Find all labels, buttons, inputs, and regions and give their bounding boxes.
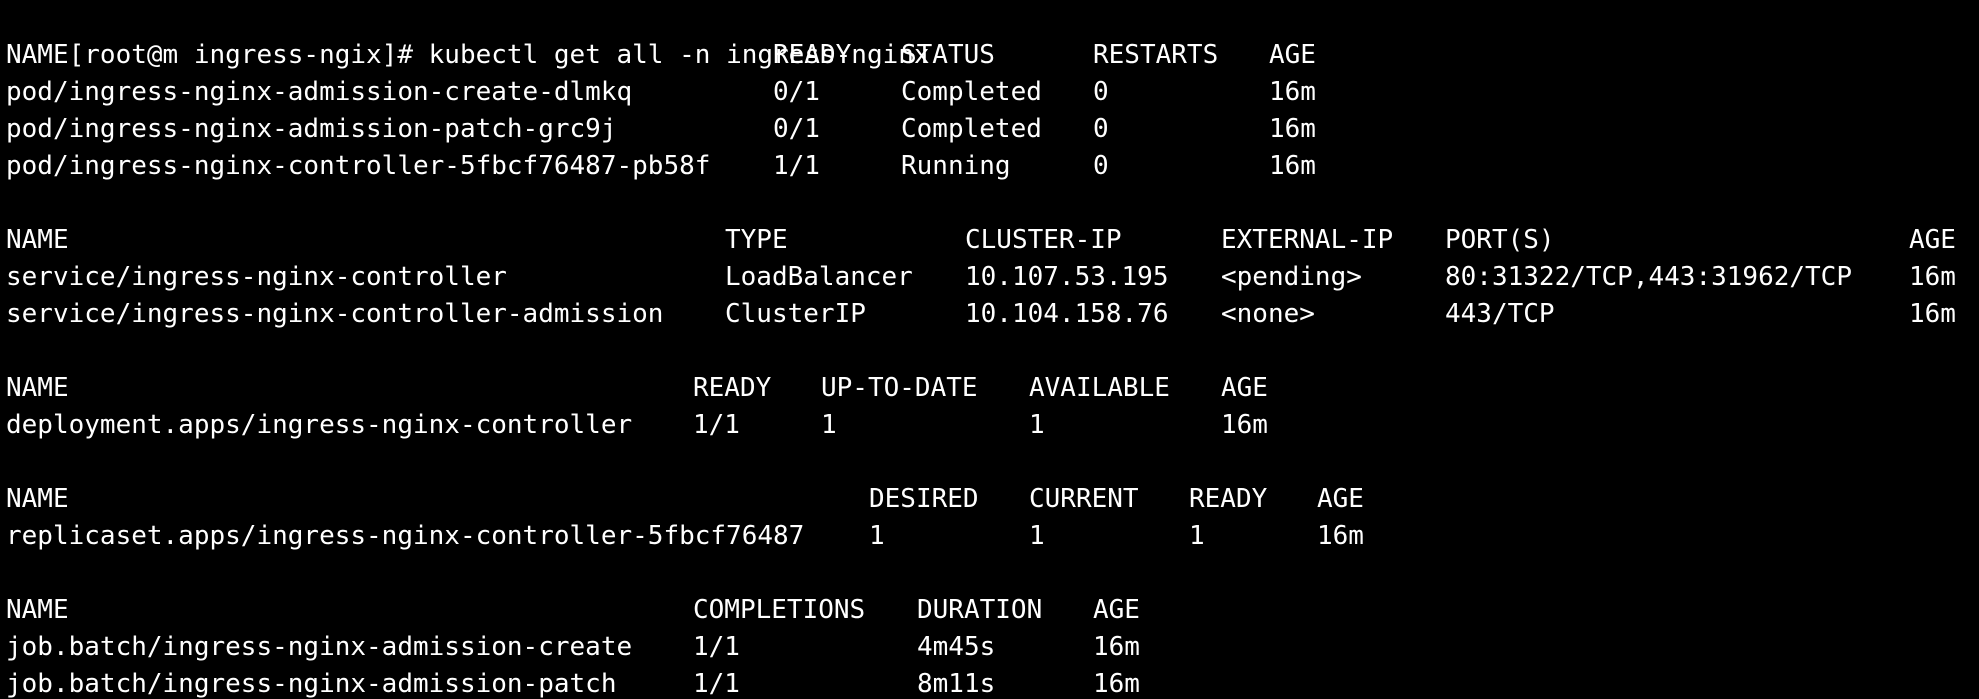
header-name: NAME (6, 225, 69, 255)
pod-restarts: 0 (1093, 151, 1109, 181)
pod-ready: 0/1 (773, 114, 820, 144)
replicasets-header-row: NAME DESIRED CURRENT READY AGE (6, 481, 1364, 518)
header-name: NAME (6, 373, 69, 403)
table-row: job.batch/ingress-nginx-admission-patch … (6, 666, 1140, 699)
pod-name: pod/ingress-nginx-controller-5fbcf76487-… (6, 151, 711, 181)
header-ports: PORT(S) (1445, 225, 1555, 255)
pod-restarts: 0 (1093, 114, 1109, 144)
pod-status: Completed (901, 77, 1042, 107)
header-ready: READY (1189, 484, 1268, 514)
pod-age: 16m (1269, 77, 1316, 107)
service-cluster-ip: 10.107.53.195 (965, 262, 1169, 292)
pod-name: pod/ingress-nginx-admission-patch-grc9j (6, 114, 617, 144)
replicaset-desired: 1 (869, 521, 885, 551)
header-external-ip: EXTERNAL-IP (1221, 225, 1394, 255)
header-desired: DESIRED (869, 484, 979, 514)
replicaset-name: replicaset.apps/ingress-nginx-controller… (6, 521, 805, 551)
header-age: AGE (1909, 225, 1956, 255)
shell-prompt: [root@m ingress-ngix]# (68, 40, 429, 70)
service-cluster-ip: 10.104.158.76 (965, 299, 1169, 329)
header-age: AGE (1221, 373, 1268, 403)
pod-age: 16m (1269, 151, 1316, 181)
command-text: kubectl get all -n ingress-nginx (428, 40, 930, 70)
header-ready: READY (773, 40, 852, 70)
service-type: ClusterIP (725, 299, 866, 329)
table-row: job.batch/ingress-nginx-admission-create… (6, 629, 1140, 666)
prompt-line: [root@m ingress-ngix]# kubectl get all -… (6, 0, 930, 70)
job-name: job.batch/ingress-nginx-admission-create (6, 632, 633, 662)
table-row: service/ingress-nginx-controller-admissi… (6, 296, 1956, 333)
service-name: service/ingress-nginx-controller-admissi… (6, 299, 664, 329)
service-ports: 443/TCP (1445, 299, 1555, 329)
deployment-age: 16m (1221, 410, 1268, 440)
pod-status: Running (901, 151, 1011, 181)
pod-restarts: 0 (1093, 77, 1109, 107)
job-age: 16m (1093, 669, 1140, 699)
header-status: STATUS (901, 40, 995, 70)
job-completions: 1/1 (693, 669, 740, 699)
header-restarts: RESTARTS (1093, 40, 1219, 70)
service-age: 16m (1909, 262, 1956, 292)
header-duration: DURATION (917, 595, 1043, 625)
deployment-up-to-date: 1 (821, 410, 837, 440)
header-name: NAME (6, 484, 69, 514)
pod-age: 16m (1269, 114, 1316, 144)
table-row: replicaset.apps/ingress-nginx-controller… (6, 518, 1364, 555)
deployments-header-row: NAME READY UP-TO-DATE AVAILABLE AGE (6, 370, 1268, 407)
service-age: 16m (1909, 299, 1956, 329)
table-row: service/ingress-nginx-controller LoadBal… (6, 259, 1956, 296)
job-duration: 4m45s (917, 632, 996, 662)
header-name: NAME (6, 40, 69, 70)
services-header-row: NAME TYPE CLUSTER-IP EXTERNAL-IP PORT(S)… (6, 222, 1956, 259)
header-current: CURRENT (1029, 484, 1139, 514)
replicaset-current: 1 (1029, 521, 1045, 551)
header-cluster-ip: CLUSTER-IP (965, 225, 1122, 255)
pod-ready: 1/1 (773, 151, 820, 181)
header-age: AGE (1093, 595, 1140, 625)
table-row: deployment.apps/ingress-nginx-controller… (6, 407, 1268, 444)
header-ready: READY (693, 373, 772, 403)
pod-name: pod/ingress-nginx-admission-create-dlmkq (6, 77, 633, 107)
header-name: NAME (6, 595, 69, 625)
service-external-ip: <pending> (1221, 262, 1362, 292)
jobs-header-row: NAME COMPLETIONS DURATION AGE (6, 592, 1140, 629)
deployment-name: deployment.apps/ingress-nginx-controller (6, 410, 633, 440)
header-completions: COMPLETIONS (693, 595, 866, 625)
table-row: pod/ingress-nginx-admission-create-dlmkq… (6, 74, 1316, 111)
service-name: service/ingress-nginx-controller (6, 262, 507, 292)
replicaset-ready: 1 (1189, 521, 1205, 551)
service-type: LoadBalancer (725, 262, 913, 292)
header-age: AGE (1317, 484, 1364, 514)
deployment-available: 1 (1029, 410, 1045, 440)
job-age: 16m (1093, 632, 1140, 662)
replicaset-age: 16m (1317, 521, 1364, 551)
pod-ready: 0/1 (773, 77, 820, 107)
header-type: TYPE (725, 225, 788, 255)
pods-header-row: NAME READY STATUS RESTARTS AGE (6, 37, 1316, 74)
job-completions: 1/1 (693, 632, 740, 662)
table-row: pod/ingress-nginx-controller-5fbcf76487-… (6, 148, 1316, 185)
service-external-ip: <none> (1221, 299, 1315, 329)
table-row: pod/ingress-nginx-admission-patch-grc9j … (6, 111, 1316, 148)
service-ports: 80:31322/TCP,443:31962/TCP (1445, 262, 1852, 292)
pod-status: Completed (901, 114, 1042, 144)
header-up-to-date: UP-TO-DATE (821, 373, 978, 403)
job-duration: 8m11s (917, 669, 996, 699)
header-age: AGE (1269, 40, 1316, 70)
terminal-window[interactable]: [root@m ingress-ngix]# kubectl get all -… (0, 0, 1979, 699)
header-available: AVAILABLE (1029, 373, 1170, 403)
job-name: job.batch/ingress-nginx-admission-patch (6, 669, 617, 699)
deployment-ready: 1/1 (693, 410, 740, 440)
